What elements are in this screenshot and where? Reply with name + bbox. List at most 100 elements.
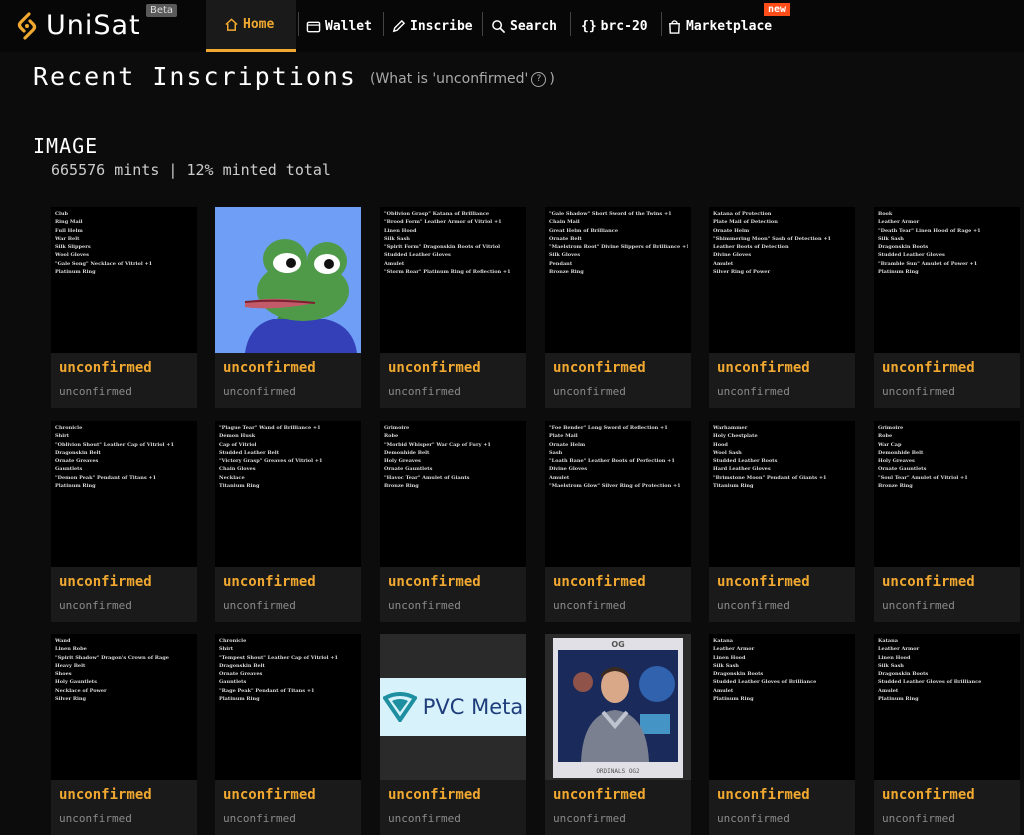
nav-home[interactable]: Home bbox=[206, 0, 296, 52]
inscription-card[interactable]: OG ORDINALS OG2 unconfirmed unconfirmed bbox=[545, 634, 691, 835]
inscription-thumbnail: "Oblivion Grasp" Katana of Brilliance "Br… bbox=[380, 207, 526, 353]
loot-item: Grimoire bbox=[878, 425, 904, 431]
loot-item: "Maelstrom Glow" Silver Ring of Protecti… bbox=[549, 483, 681, 490]
inscription-card[interactable]: PVC Meta unconfirmed unconfirmed bbox=[380, 634, 526, 835]
loot-item: Plate Mail of Detection bbox=[713, 219, 778, 226]
loot-item: Ring Mail bbox=[55, 219, 83, 226]
loot-item: Ornate Greaves bbox=[55, 458, 99, 465]
bag-icon bbox=[669, 19, 680, 34]
nav-wallet[interactable]: Wallet bbox=[306, 0, 372, 52]
loot-item: Robe bbox=[878, 433, 893, 440]
nav-brc20[interactable]: {} brc-20 bbox=[581, 0, 648, 52]
inscription-thumbnail: Katana of Protection Plate Mail of Detect… bbox=[709, 207, 855, 353]
inscription-card[interactable]: Warhammer Holy Chestplate Hood Wool Sash Stu… bbox=[709, 421, 855, 622]
search-icon bbox=[492, 19, 506, 33]
loot-item: Leather Armor bbox=[713, 646, 755, 653]
loot-item: Ornate Gauntlets bbox=[384, 466, 433, 473]
loot-item: Shoes bbox=[55, 671, 72, 678]
loot-item: Amulet bbox=[549, 474, 570, 481]
inscription-thumbnail: PVC Meta bbox=[380, 634, 526, 780]
braces-icon: {} bbox=[581, 18, 597, 34]
loot-item: Titanium Ring bbox=[713, 483, 754, 490]
loot-item: Leather Boots of Detection bbox=[713, 244, 789, 251]
inscription-thumbnail: Club Ring Mail Full Helm War Belt Silk Slipp… bbox=[51, 207, 197, 353]
loot-item: Amulet bbox=[713, 260, 734, 267]
loot-item: Titanium Ring bbox=[219, 483, 260, 490]
loot-item-list: "Foe Bender" Long Sword of Reflection +1… bbox=[549, 424, 688, 490]
loot-item-list: Chronicle Shirt "Tempest Shout" Leather Ca… bbox=[219, 637, 358, 703]
loot-item: Dragonskin Belt bbox=[219, 662, 265, 669]
loot-item: "Soul Tear" Amulet of Vitriol +1 bbox=[878, 474, 968, 481]
inscription-card[interactable]: Chronicle Shirt "Tempest Shout" Leather Ca… bbox=[215, 634, 361, 835]
loot-item: "Gale Song" Necklace of Vitriol +1 bbox=[55, 260, 153, 267]
loot-item: Ornate Gauntlets bbox=[878, 466, 927, 473]
loot-item-list: Wand Linen Robe "Spirit Shadow" Dragon's C… bbox=[55, 637, 194, 703]
nav-divider bbox=[298, 12, 299, 36]
loot-item: Gauntlets bbox=[55, 466, 83, 473]
loot-item: Amulet bbox=[713, 687, 734, 694]
loot-item: Sash bbox=[549, 449, 563, 456]
loot-item: Robe bbox=[384, 433, 399, 440]
loot-item: War Cap bbox=[878, 441, 902, 448]
inscription-card[interactable]: Grimoire Robe War Cap Demonhide Belt Holy Gr… bbox=[874, 421, 1020, 622]
inscription-card[interactable]: Chronicle Shirt "Oblivion Shout" Leather C… bbox=[51, 421, 197, 622]
inscription-number: unconfirmed bbox=[553, 599, 626, 612]
nav-marketplace[interactable]: Marketplace bbox=[667, 0, 772, 52]
new-badge: new bbox=[764, 3, 791, 16]
inscription-number: unconfirmed bbox=[223, 812, 296, 825]
inscription-number: unconfirmed bbox=[717, 599, 790, 612]
nav-search[interactable]: Search bbox=[491, 0, 557, 52]
loot-item: Bronze Ring bbox=[384, 483, 419, 490]
nav-divider bbox=[482, 12, 483, 36]
wallet-icon bbox=[306, 21, 321, 32]
inscription-card[interactable]: "Plague Tear" Wand of Brilliance +1 Demon… bbox=[215, 421, 361, 622]
loot-item: Dragonskin Belt bbox=[55, 449, 101, 456]
inscription-card[interactable]: unconfirmed unconfirmed bbox=[215, 207, 361, 408]
inscription-card[interactable]: "Gale Shadow" Short Sword of the Twins +… bbox=[545, 207, 691, 408]
loot-item: Dragonskin Boots bbox=[713, 671, 764, 678]
loot-item: "Shimmering Moon" Sash of Detection +1 bbox=[713, 235, 832, 242]
inscription-number: unconfirmed bbox=[882, 385, 955, 398]
loot-item: Amulet bbox=[878, 687, 899, 694]
inscription-card[interactable]: Book Leather Armor "Death Tear" Linen Hood… bbox=[874, 207, 1020, 408]
loot-item-list: Book Leather Armor "Death Tear" Linen Hood… bbox=[878, 210, 1017, 276]
inscription-number: unconfirmed bbox=[223, 385, 296, 398]
inscription-status: unconfirmed bbox=[882, 360, 975, 376]
loot-item: Chain Gloves bbox=[219, 466, 256, 473]
loot-item: "Morbid Whisper" War Cap of Fury +1 bbox=[384, 441, 491, 448]
inscription-card[interactable]: "Oblivion Grasp" Katana of Brilliance "Br… bbox=[380, 207, 526, 408]
nav-inscribe[interactable]: Inscribe bbox=[391, 0, 473, 52]
nav-divider bbox=[661, 12, 662, 36]
loot-item: "Tempest Shout" Leather Cap of Vitriol +… bbox=[219, 654, 338, 661]
loot-item: Heavy Belt bbox=[55, 662, 86, 669]
inscription-card[interactable]: Club Ring Mail Full Helm War Belt Silk Slipp… bbox=[51, 207, 197, 408]
loot-item: Holy Greaves bbox=[878, 458, 915, 465]
inscription-status: unconfirmed bbox=[553, 360, 646, 376]
inscription-card[interactable]: Katana Leather Armor Linen Hood Silk Sash Dr… bbox=[709, 634, 855, 835]
inscription-status: unconfirmed bbox=[59, 787, 152, 803]
loot-item: "Rage Peak" Pendant of Titans +1 bbox=[219, 687, 315, 694]
unconfirmed-help-link[interactable]: (What is 'unconfirmed' ? ) bbox=[370, 71, 555, 87]
brand-logo[interactable]: UniSat bbox=[12, 10, 141, 41]
inscription-thumbnail: "Foe Bender" Long Sword of Reflection +1… bbox=[545, 421, 691, 567]
loot-item: Ornate Belt bbox=[549, 235, 582, 242]
inscription-status: unconfirmed bbox=[388, 787, 481, 803]
loot-item: Hard Leather Gloves bbox=[713, 466, 771, 473]
nav-marketplace-label: Marketplace bbox=[686, 18, 773, 34]
inscription-card[interactable]: Wand Linen Robe "Spirit Shadow" Dragon's C… bbox=[51, 634, 197, 835]
inscription-number: unconfirmed bbox=[717, 385, 790, 398]
loot-item: "Brood Form" Leather Armor of Vitriol +1 bbox=[384, 219, 502, 226]
inscription-card[interactable]: Katana of Protection Plate Mail of Detect… bbox=[709, 207, 855, 408]
inscription-card[interactable]: "Foe Bender" Long Sword of Reflection +1… bbox=[545, 421, 691, 622]
loot-item: Plate Mail bbox=[549, 433, 578, 440]
loot-item: Silk Slippers bbox=[55, 244, 91, 251]
inscription-card[interactable]: Katana Leather Armor Linen Hood Silk Sash Dr… bbox=[874, 634, 1020, 835]
beta-badge: Beta bbox=[146, 4, 178, 17]
loot-item: Wool Gloves bbox=[55, 252, 89, 259]
section-title: IMAGE bbox=[33, 134, 99, 158]
inscription-card[interactable]: Grimoire Robe "Morbid Whisper" War Cap of … bbox=[380, 421, 526, 622]
pvc-shield-icon bbox=[382, 692, 417, 722]
loot-item: Warhammer bbox=[713, 425, 748, 431]
loot-item: Ornate Helm bbox=[549, 441, 586, 448]
nav-brc20-label: brc-20 bbox=[600, 18, 648, 34]
